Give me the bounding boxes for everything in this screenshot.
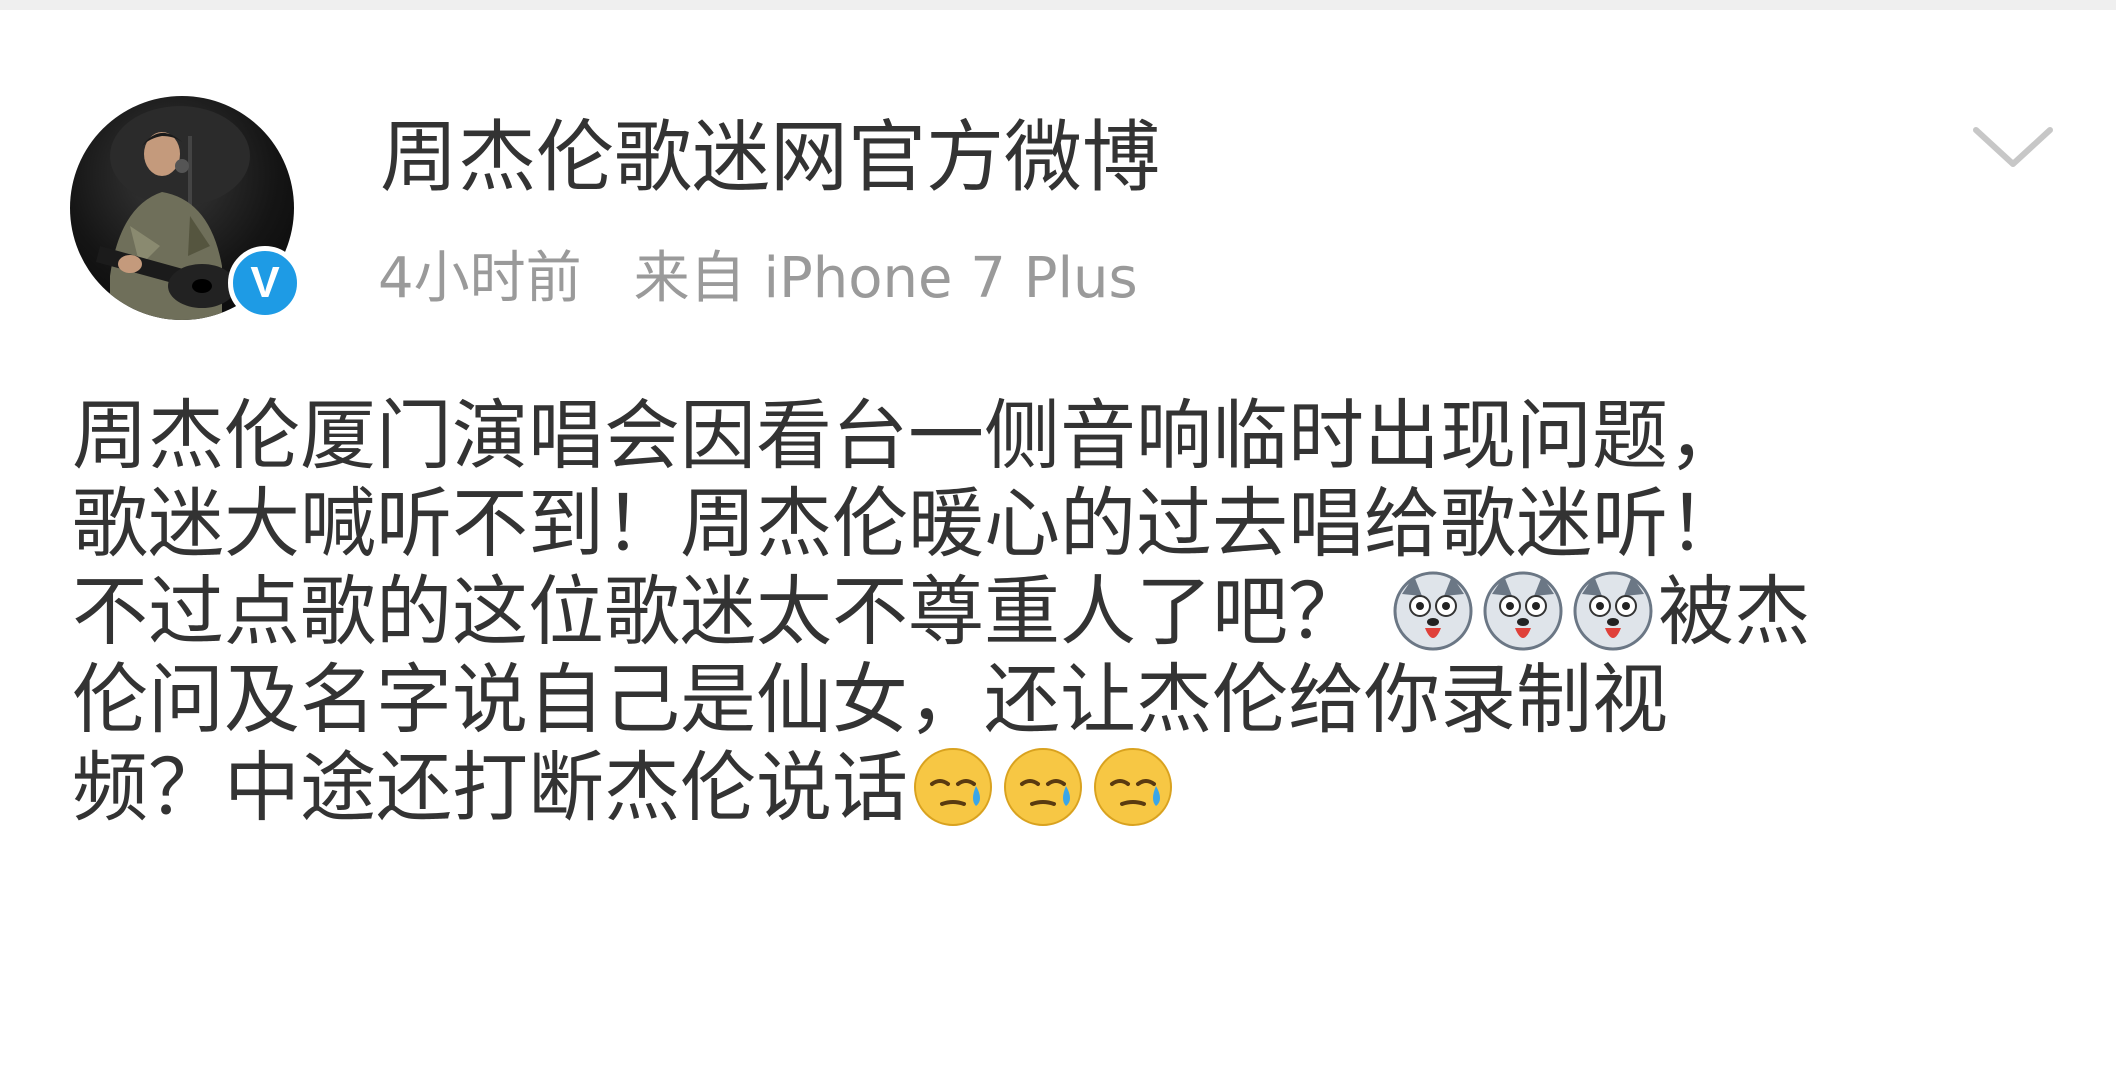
author-name[interactable]: 周杰伦歌迷网官方微博 <box>380 108 1160 208</box>
post-line: 频？中途还打断杰伦说话 <box>72 744 2052 832</box>
post-text: 不过点歌的这位歌迷太不尊重人了吧？ <box>72 567 1364 656</box>
chevron-down-icon[interactable] <box>1968 118 2058 178</box>
post-text: 频？中途还打断杰伦说话 <box>72 743 908 832</box>
post-body: 周杰伦厦门演唱会因看台一侧音响临时出现问题， 歌迷大喊听不到！周杰伦暖心的过去唱… <box>72 392 2052 832</box>
post-line: 伦问及名字说自己是仙女，还让杰伦给你录制视 <box>72 655 1668 744</box>
top-divider <box>0 0 2116 10</box>
husky-emoji-icon <box>1393 571 1473 651</box>
verified-badge-icon: V <box>228 246 302 320</box>
weibo-post-screen: V 周杰伦歌迷网官方微博 4小时前 来自 iPhone 7 Plus 周杰伦厦门演… <box>0 0 2116 1080</box>
sweat-face-emoji-icon <box>1004 748 1082 826</box>
post-line: 不过点歌的这位歌迷太不尊重人了吧？ 被杰 <box>72 568 2052 656</box>
husky-emoji-icon <box>1573 571 1653 651</box>
husky-emoji-icon <box>1483 571 1563 651</box>
post-line: 歌迷大喊听不到！周杰伦暖心的过去唱给歌迷听！ <box>72 479 1744 568</box>
post-text: 被杰 <box>1658 567 1811 656</box>
sweat-face-emoji-icon <box>1094 748 1172 826</box>
post-time: 4小时前 <box>378 246 582 311</box>
post-meta: 4小时前 来自 iPhone 7 Plus <box>378 244 1138 314</box>
post-source[interactable]: 来自 iPhone 7 Plus <box>634 246 1138 311</box>
sweat-face-emoji-icon <box>914 748 992 826</box>
post-line: 周杰伦厦门演唱会因看台一侧音响临时出现问题， <box>72 391 1744 480</box>
